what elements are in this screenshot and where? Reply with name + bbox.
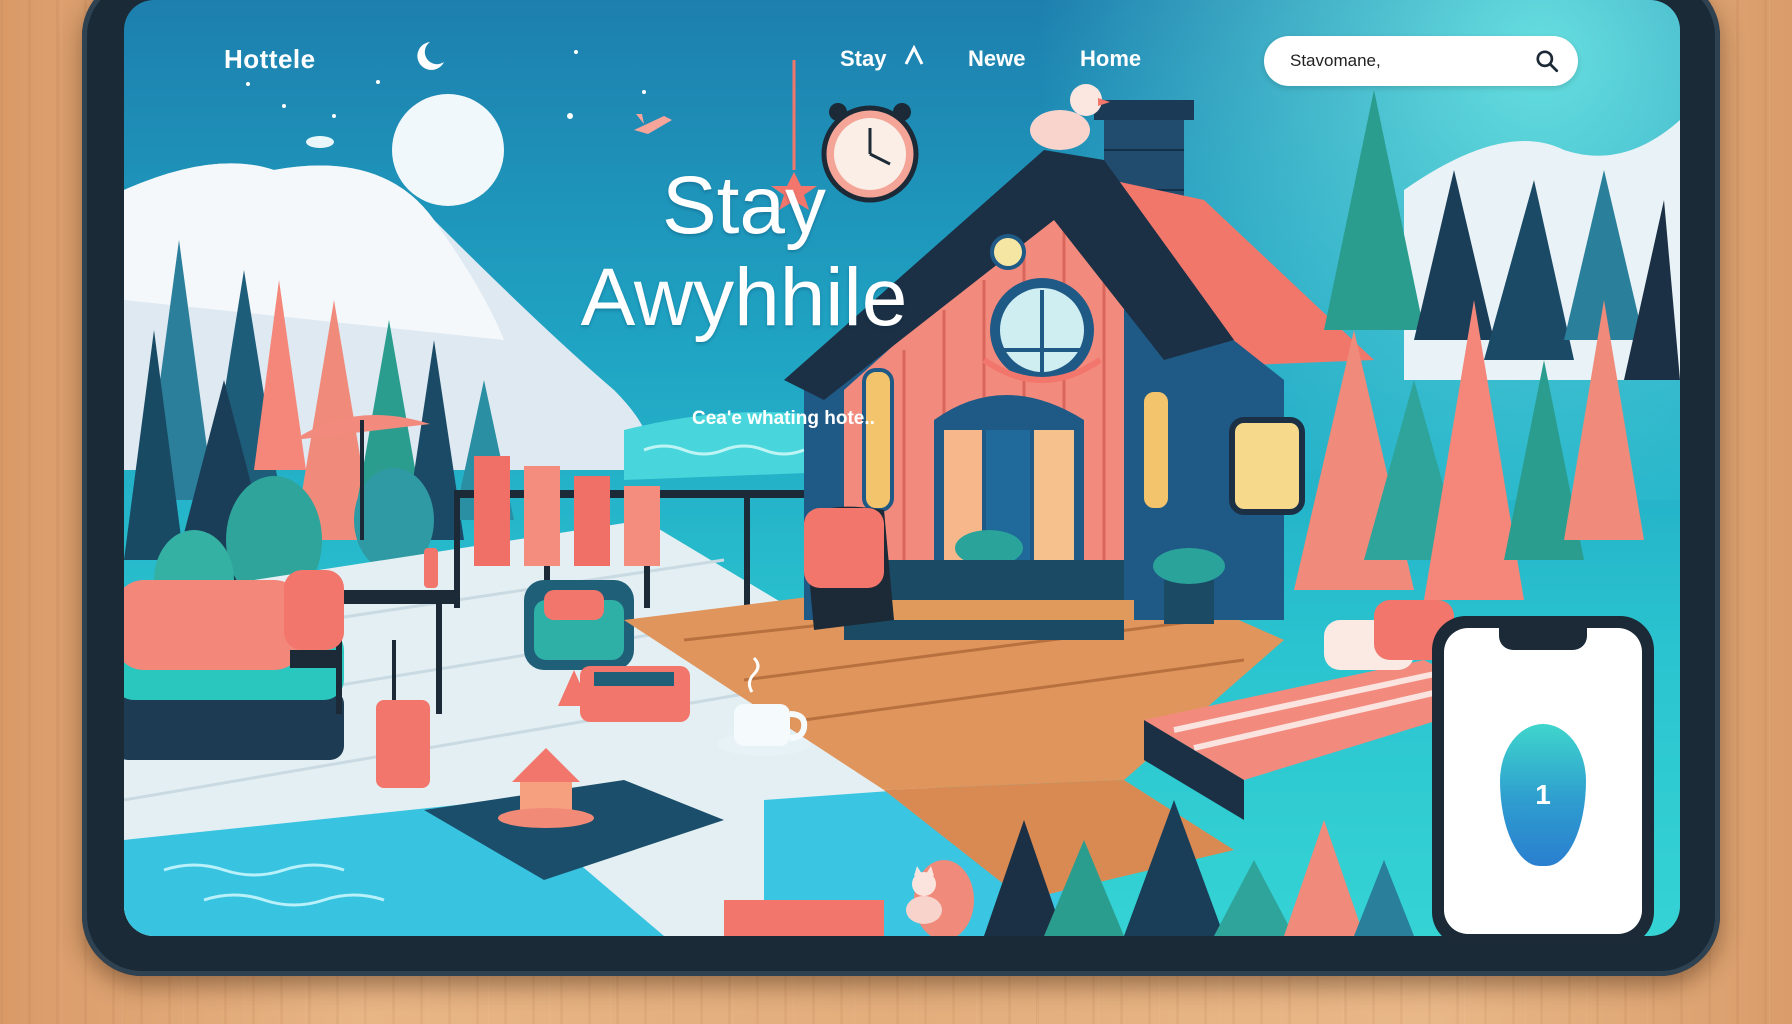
caret-up-icon (904, 44, 924, 65)
suitcase (376, 700, 430, 788)
brand-logo[interactable]: Hottele (224, 44, 316, 75)
hero-title-line-1: Stay (661, 160, 827, 251)
hero-subtitle: Cea'e whating hote.. (692, 408, 875, 429)
porch-chair (804, 506, 894, 630)
hero-title: Stay Awyhhile (464, 160, 1024, 344)
phone-badge-button[interactable]: 1 (1500, 724, 1586, 866)
armchair (524, 580, 634, 670)
nav-link-newe[interactable]: Newe (968, 46, 1025, 72)
phone-screen: 1 (1444, 628, 1642, 934)
nav-link-stay[interactable]: Stay (840, 46, 886, 72)
crescent-moon-icon (417, 42, 444, 70)
hero-title-line-2: Awyhhile (580, 252, 908, 343)
airplane-icon (634, 114, 672, 134)
search-icon[interactable] (1534, 48, 1560, 74)
search-bar (1264, 36, 1578, 86)
phone-notch (1499, 628, 1587, 650)
search-input[interactable] (1288, 50, 1534, 72)
cloud (306, 136, 334, 148)
nav-link-home[interactable]: Home (1080, 46, 1141, 72)
phone-mockup: 1 (1432, 616, 1654, 946)
